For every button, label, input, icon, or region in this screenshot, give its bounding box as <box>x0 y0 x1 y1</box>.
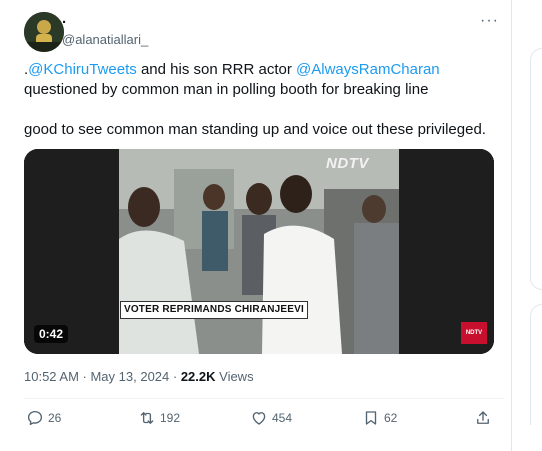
mention-kchirutweets[interactable]: @KChiruTweets <box>28 61 137 78</box>
share-button[interactable] <box>474 408 496 428</box>
divider <box>24 398 504 399</box>
reply-button[interactable]: 26 <box>26 408 61 428</box>
tweet-text-line-1: .@KChiruTweets and his son RRR actor @Al… <box>24 60 504 100</box>
tweet-card[interactable]: . @alanatiallari_ ··· .@KChiruTweets and… <box>0 0 510 451</box>
mention-alwaysramcharan[interactable]: @AlwaysRamCharan <box>296 61 440 78</box>
avatar-image <box>24 12 64 52</box>
repost-count: 192 <box>160 411 181 425</box>
text-middle: and his son RRR actor <box>136 61 297 78</box>
views-label: Views <box>215 369 254 384</box>
text-suffix: questioned by common man in polling boot… <box>24 81 429 98</box>
display-name[interactable]: . <box>62 10 66 27</box>
timestamp[interactable]: 10:52 AM · May 13, 2024 · <box>24 369 181 384</box>
like-count: 454 <box>272 411 293 425</box>
video-frame <box>24 149 494 354</box>
tweet-meta: 10:52 AM · May 13, 2024 · 22.2K Views <box>24 369 254 384</box>
reply-count: 26 <box>48 411 62 425</box>
video-caption: VOTER REPRIMANDS CHIRANJEEVI <box>120 301 308 319</box>
share-icon <box>477 411 489 424</box>
views-count: 22.2K <box>180 369 216 384</box>
user-handle[interactable]: @alanatiallari_ <box>62 32 148 47</box>
bookmark-button[interactable]: 62 <box>362 408 397 428</box>
avatar[interactable] <box>24 12 64 52</box>
tweet-text: .@KChiruTweets and his son RRR actor @Al… <box>24 60 504 140</box>
repost-icon <box>140 412 154 424</box>
more-options-icon[interactable]: ··· <box>480 12 499 30</box>
ndtv-logo: NDTV <box>326 155 369 172</box>
video-duration: 0:42 <box>34 325 69 343</box>
bookmark-count: 62 <box>384 411 398 425</box>
sidebar-card-edge <box>530 48 542 290</box>
reply-icon <box>27 410 43 426</box>
repost-button[interactable]: 192 <box>138 408 180 428</box>
tweet-text-line-2: good to see common man standing up and v… <box>24 121 486 138</box>
bookmark-icon <box>365 411 377 425</box>
heart-icon <box>252 412 266 425</box>
sidebar-card-edge-2 <box>530 304 542 425</box>
like-button[interactable]: 454 <box>250 408 292 428</box>
ndtv-badge: NDTV <box>461 322 487 344</box>
video-player[interactable]: NDTV VOTER REPRIMANDS CHIRANJEEVI NDTV 0… <box>24 149 494 354</box>
